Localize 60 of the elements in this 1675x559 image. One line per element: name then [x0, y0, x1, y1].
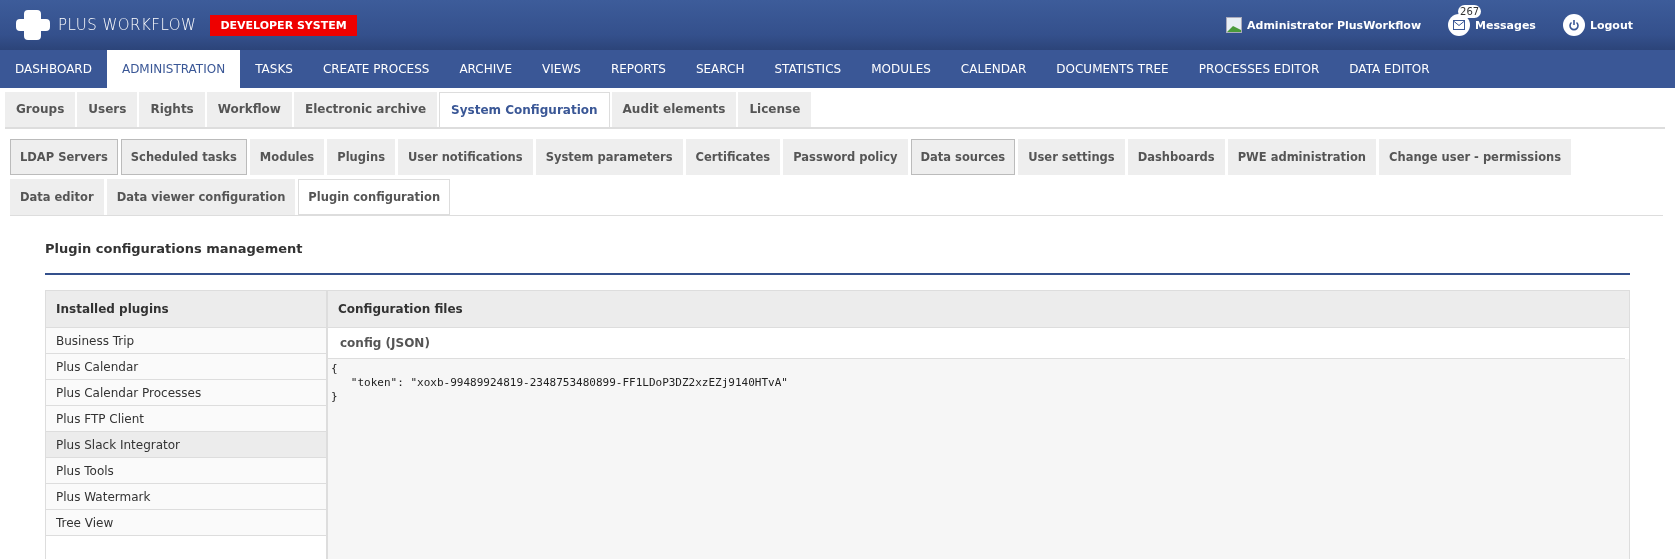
- config-tab[interactable]: Data sources: [910, 139, 1016, 175]
- column-header: Configuration files: [328, 291, 1629, 328]
- main-nav-item[interactable]: VIEWS: [527, 50, 596, 88]
- main-nav-item[interactable]: SEARCH: [680, 50, 760, 88]
- logo-text: PLUS WORKFLOW: [58, 16, 197, 34]
- environment-badge: DEVELOPER SYSTEM: [210, 14, 357, 36]
- admin-tab[interactable]: Electronic archive: [293, 92, 438, 127]
- config-tab[interactable]: Data editor: [10, 179, 104, 215]
- config-tab[interactable]: User settings: [1018, 139, 1125, 175]
- admin-tab[interactable]: License: [738, 92, 812, 127]
- plugin-list-item[interactable]: Plus Calendar: [46, 354, 326, 380]
- section-title: Plugin configurations management: [45, 216, 1630, 275]
- main-nav-item[interactable]: CALENDAR: [945, 50, 1042, 88]
- config-tab[interactable]: Dashboards: [1127, 139, 1225, 175]
- broken-image-icon: [1226, 17, 1242, 33]
- admin-tab[interactable]: Rights: [139, 92, 205, 127]
- admin-tab[interactable]: Audit elements: [611, 92, 737, 127]
- plugin-list-item[interactable]: Plus Tools: [46, 458, 326, 484]
- main-nav-item[interactable]: STATISTICS: [759, 50, 857, 88]
- logo-icon: [16, 8, 50, 42]
- config-tab[interactable]: Modules: [249, 139, 325, 175]
- plugin-list-item[interactable]: Plus Calendar Processes: [46, 380, 326, 406]
- code-editor[interactable]: { "token": "xoxb-99489924819-2348753480899-FF1LDoP3DZ2xzEZj9140HTvA" }: [328, 359, 1629, 559]
- main-nav-item[interactable]: ARCHIVE: [444, 50, 528, 88]
- admin-tab[interactable]: System Configuration: [439, 92, 610, 127]
- plugin-list-item[interactable]: Tree View: [46, 510, 326, 536]
- admin-tab[interactable]: Workflow: [206, 92, 292, 127]
- main-nav-item[interactable]: DASHBOARD: [0, 50, 107, 88]
- main-nav-item[interactable]: REPORTS: [595, 50, 681, 88]
- main-nav-item[interactable]: PROCESSES EDITOR: [1183, 50, 1335, 88]
- admin-tab[interactable]: Groups: [5, 92, 76, 127]
- main-nav-item[interactable]: CREATE PROCESS: [307, 50, 445, 88]
- config-tab[interactable]: LDAP Servers: [10, 139, 118, 175]
- config-tab[interactable]: Change user - permissions: [1379, 139, 1572, 175]
- config-tab[interactable]: System parameters: [535, 139, 683, 175]
- plugin-list-item[interactable]: Business Trip: [46, 328, 326, 354]
- config-tab[interactable]: Certificates: [685, 139, 781, 175]
- plugin-list-item[interactable]: Plus Slack Integrator: [46, 432, 326, 458]
- admin-tab[interactable]: Users: [77, 92, 138, 127]
- config-tab[interactable]: Data viewer configuration: [106, 179, 296, 215]
- config-tab[interactable]: Plugin configuration: [298, 179, 451, 215]
- logout-link[interactable]: Logout: [1589, 18, 1633, 32]
- plugin-list-item[interactable]: Plus Watermark: [46, 484, 326, 510]
- config-tab[interactable]: Plugins: [327, 139, 395, 175]
- power-icon[interactable]: [1562, 14, 1585, 36]
- config-tab[interactable]: Password policy: [783, 139, 908, 175]
- column-header: Installed plugins: [46, 291, 326, 328]
- config-tab[interactable]: User notifications: [398, 139, 533, 175]
- main-nav-item[interactable]: DATA EDITOR: [1334, 50, 1445, 88]
- config-tab[interactable]: PWE administration: [1227, 139, 1376, 175]
- main-nav-item[interactable]: MODULES: [856, 50, 946, 88]
- envelope-icon[interactable]: [1448, 14, 1471, 36]
- messages-link[interactable]: Messages: [1475, 18, 1536, 32]
- plugin-list-item[interactable]: Plus FTP Client: [46, 406, 326, 432]
- message-count-badge: 267: [1458, 5, 1482, 18]
- main-nav-item[interactable]: DOCUMENTS TREE: [1041, 50, 1184, 88]
- main-nav-item[interactable]: TASKS: [240, 50, 308, 88]
- main-nav-item[interactable]: ADMINISTRATION: [106, 50, 241, 88]
- config-tab[interactable]: Scheduled tasks: [120, 139, 247, 175]
- user-name-link[interactable]: Administrator PlusWorkflow: [1247, 18, 1422, 32]
